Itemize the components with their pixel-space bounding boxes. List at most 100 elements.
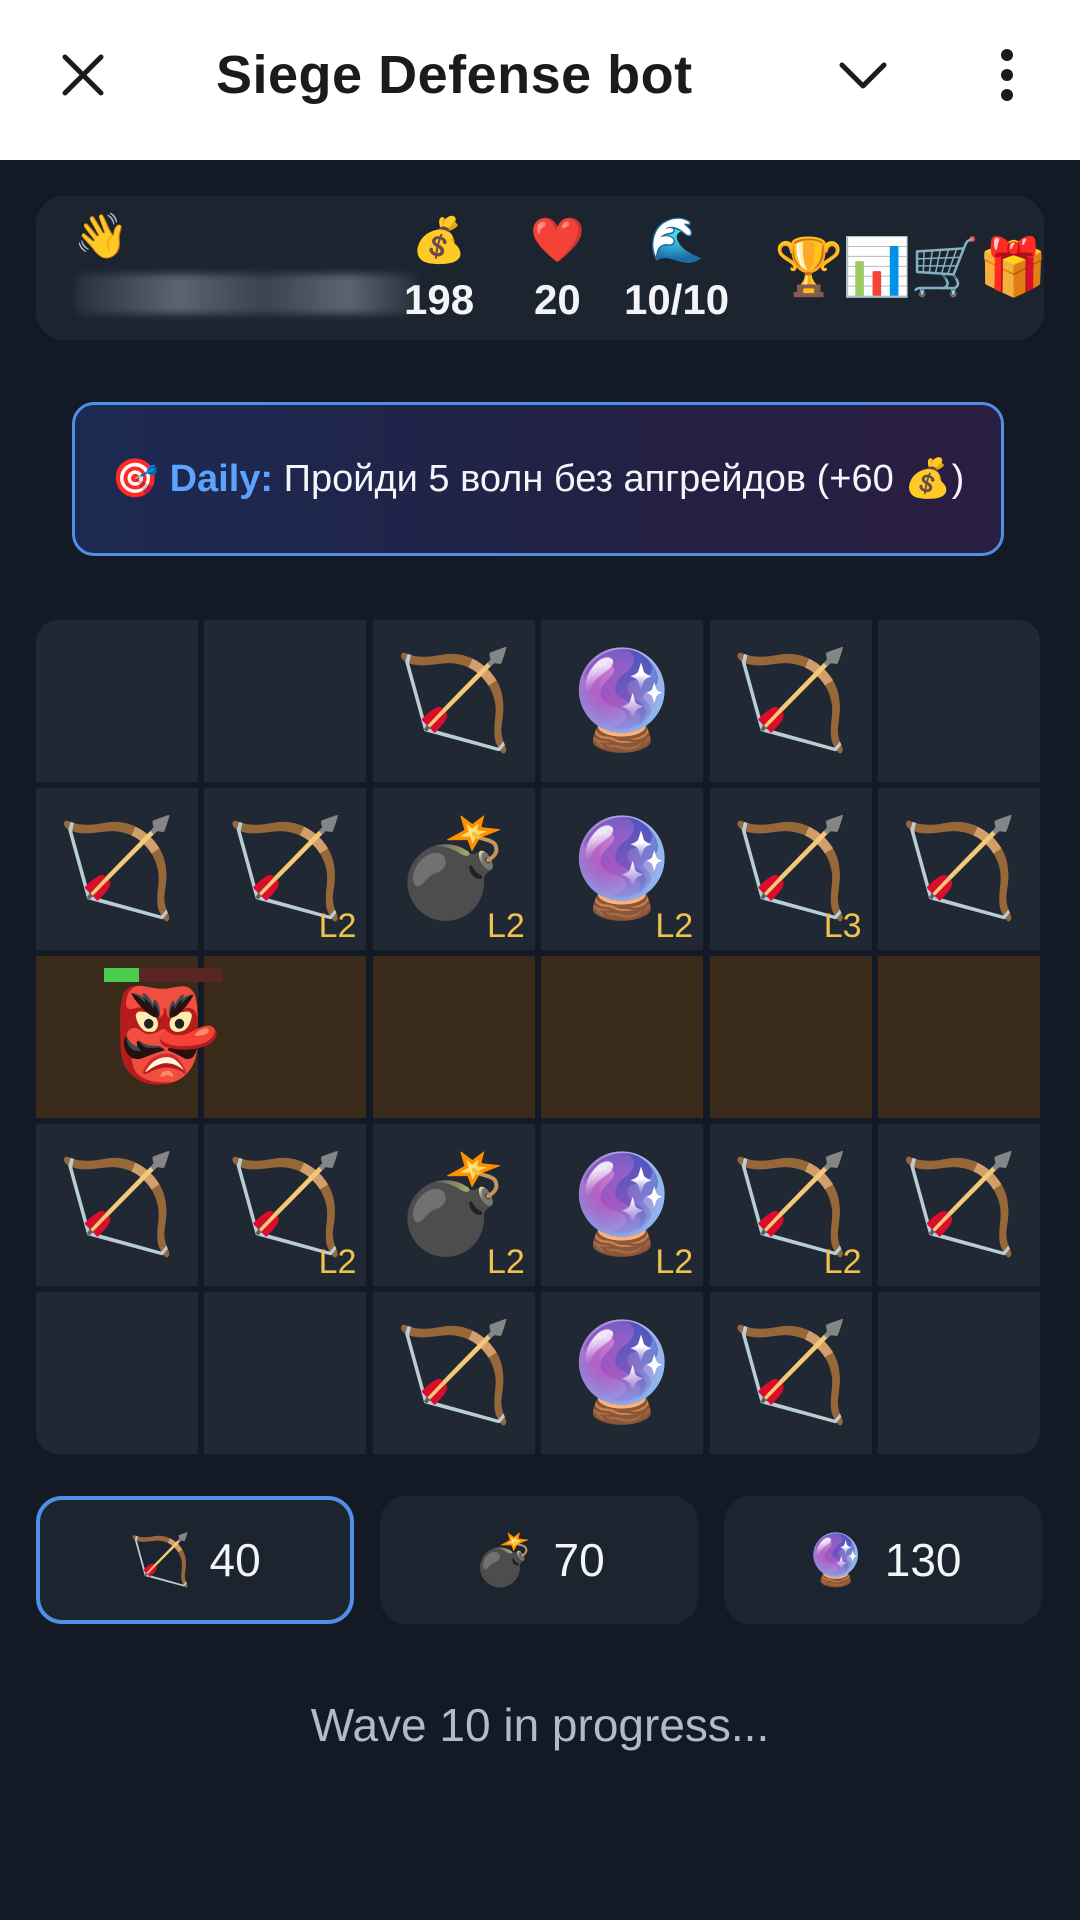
path-cell[interactable] bbox=[709, 956, 872, 1118]
more-vertical-icon bbox=[1001, 49, 1013, 101]
tower-cell[interactable]: 🏹 L2 bbox=[204, 788, 367, 950]
target-icon: 🎯 bbox=[111, 458, 160, 500]
tower-cell[interactable]: 🏹 bbox=[709, 1292, 872, 1454]
tower-cell[interactable]: 🏹 bbox=[372, 620, 535, 782]
stats-icon[interactable]: 📊 bbox=[842, 234, 912, 300]
tower-level-badge: L2 bbox=[655, 907, 694, 945]
empty-cell[interactable] bbox=[877, 620, 1040, 782]
tower-cell[interactable]: 💣 L2 bbox=[372, 1124, 535, 1286]
waving-hand-icon: 👋 bbox=[74, 212, 129, 261]
app-bar: Siege Defense bot bbox=[0, 0, 1080, 160]
tower-cell[interactable]: 🏹 bbox=[36, 788, 198, 950]
close-button[interactable] bbox=[48, 40, 118, 110]
path-cell[interactable] bbox=[372, 956, 535, 1118]
crystal-ball-icon: 🔮 bbox=[804, 1531, 867, 1588]
orb-tower-icon: 🔮 bbox=[562, 1319, 682, 1426]
tower-cell[interactable]: 🏹 bbox=[877, 1124, 1040, 1286]
chevron-down-icon bbox=[839, 62, 887, 89]
tower-cell[interactable]: 🏹 bbox=[877, 788, 1040, 950]
shop-cart-icon[interactable]: 🛒 bbox=[910, 234, 980, 300]
menu-icons: 🏆 📊 🛒 🎁 bbox=[774, 234, 1048, 300]
gift-icon[interactable]: 🎁 bbox=[978, 234, 1048, 300]
wave-icon: 🌊 bbox=[649, 216, 704, 265]
tower-cell[interactable]: 🏹 bbox=[372, 1292, 535, 1454]
bomb-tower-button[interactable]: 💣 70 bbox=[380, 1496, 698, 1624]
bow-tower-icon: 🏹 bbox=[899, 1151, 1019, 1258]
tower-level-badge: L2 bbox=[318, 1243, 357, 1281]
enemy: 👺 bbox=[36, 956, 222, 1118]
orb-tower-icon: 🔮 bbox=[562, 647, 682, 754]
daily-quest-text: Пройди 5 волн без апгрейдов (+60 💰) bbox=[283, 458, 965, 500]
path-cell[interactable] bbox=[204, 956, 367, 1118]
more-options-button[interactable] bbox=[972, 40, 1042, 110]
close-icon bbox=[62, 54, 104, 96]
enemy-health-bar bbox=[104, 968, 222, 982]
path-cell[interactable] bbox=[541, 956, 704, 1118]
bow-tower-icon: 🏹 bbox=[730, 1319, 851, 1426]
bow-tower-icon: 🏹 bbox=[899, 815, 1019, 922]
path-cell[interactable]: 👺 bbox=[36, 956, 222, 1118]
bow-tower-icon: 🏹 bbox=[394, 647, 514, 754]
gold-value: 198 bbox=[404, 276, 475, 323]
bomb-tower-price: 70 bbox=[553, 1534, 605, 1586]
heart-icon: ❤️ bbox=[530, 216, 585, 265]
money-bag-icon: 💰 bbox=[411, 216, 467, 265]
daily-quest-content: 🎯 Daily: Пройди 5 волн без апгрейдов (+6… bbox=[112, 455, 965, 503]
goblin-icon: 👺 bbox=[110, 986, 223, 1086]
bow-icon: 🏹 bbox=[129, 1531, 192, 1588]
page-title: Siege Defense bot bbox=[216, 45, 693, 105]
empty-cell[interactable] bbox=[204, 620, 367, 782]
bomb-tower-icon: 💣 bbox=[394, 1151, 514, 1258]
wave-stat: 🌊 10/10 bbox=[624, 216, 729, 324]
bow-tower-icon: 🏹 bbox=[57, 1151, 177, 1258]
bow-tower-icon: 🏹 bbox=[225, 815, 346, 922]
bow-tower-icon: 🏹 bbox=[730, 815, 851, 922]
bow-tower-icon: 🏹 bbox=[225, 1151, 346, 1258]
tower-cell[interactable]: 🏹 L2 bbox=[204, 1124, 367, 1286]
tower-cell[interactable]: 🏹 bbox=[709, 620, 872, 782]
wave-value: 10/10 bbox=[624, 276, 730, 323]
path-cell[interactable] bbox=[877, 956, 1040, 1118]
tower-level-badge: L3 bbox=[823, 907, 862, 945]
lives-stat: ❤️ 20 bbox=[530, 216, 585, 324]
bow-tower-icon: 🏹 bbox=[394, 1319, 514, 1426]
daily-quest-banner[interactable]: 🎯 Daily: Пройди 5 волн без апгрейдов (+6… bbox=[72, 402, 1004, 556]
tower-level-badge: L2 bbox=[823, 1243, 862, 1281]
leaderboard-icon[interactable]: 🏆 bbox=[774, 234, 844, 300]
lives-value: 20 bbox=[534, 276, 581, 323]
empty-cell[interactable] bbox=[36, 1292, 198, 1454]
tower-cell[interactable]: 🏹 L2 bbox=[709, 1124, 872, 1286]
orb-tower-icon: 🔮 bbox=[562, 815, 682, 922]
bow-tower-icon: 🏹 bbox=[57, 815, 177, 922]
tower-cell[interactable]: 🔮 L2 bbox=[541, 788, 704, 950]
wave-status-text: Wave 10 in progress... bbox=[310, 1699, 770, 1751]
bow-tower-icon: 🏹 bbox=[730, 1151, 851, 1258]
game-board: 🏹 🔮 🏹 🏹 🏹 L2 💣 L2 🔮 L2 🏹 L3 🏹 👺 🏹 🏹 L2 💣 L2 🔮 L2 🏹 L2 🏹 🏹 🔮 🏹 bbox=[36, 620, 1040, 1454]
tower-cell[interactable]: 💣 L2 bbox=[372, 788, 535, 950]
tower-cell[interactable]: 🏹 bbox=[36, 1124, 198, 1286]
tower-cell[interactable]: 🏹 L3 bbox=[709, 788, 872, 950]
bomb-icon: 💣 bbox=[473, 1531, 536, 1588]
bomb-tower-icon: 💣 bbox=[394, 815, 514, 922]
tower-cell[interactable]: 🔮 L2 bbox=[541, 1124, 704, 1286]
daily-label: Daily: bbox=[169, 458, 274, 500]
tower-level-badge: L2 bbox=[486, 907, 525, 945]
username-redacted bbox=[76, 274, 416, 314]
tower-cell[interactable]: 🔮 bbox=[541, 620, 704, 782]
orb-tower-button[interactable]: 🔮 130 bbox=[724, 1496, 1042, 1624]
orb-tower-price: 130 bbox=[884, 1534, 962, 1586]
player-stats-panel: 👋 💰 198 ❤️ 20 🌊 10/10 🏆 📊 🛒 🎁 bbox=[36, 196, 1048, 340]
tower-level-badge: L2 bbox=[486, 1243, 525, 1281]
orb-tower-icon: 🔮 bbox=[562, 1151, 682, 1258]
empty-cell[interactable] bbox=[36, 620, 198, 782]
tower-level-badge: L2 bbox=[655, 1243, 694, 1281]
tower-cell[interactable]: 🔮 bbox=[541, 1292, 704, 1454]
bow-tower-button[interactable]: 🏹 40 bbox=[36, 1496, 354, 1624]
bow-tower-icon: 🏹 bbox=[730, 647, 851, 754]
gold-stat: 💰 198 bbox=[404, 216, 474, 324]
empty-cell[interactable] bbox=[204, 1292, 367, 1454]
tower-level-badge: L2 bbox=[318, 907, 357, 945]
bow-tower-price: 40 bbox=[209, 1534, 261, 1586]
collapse-button[interactable] bbox=[828, 40, 898, 110]
empty-cell[interactable] bbox=[877, 1292, 1040, 1454]
